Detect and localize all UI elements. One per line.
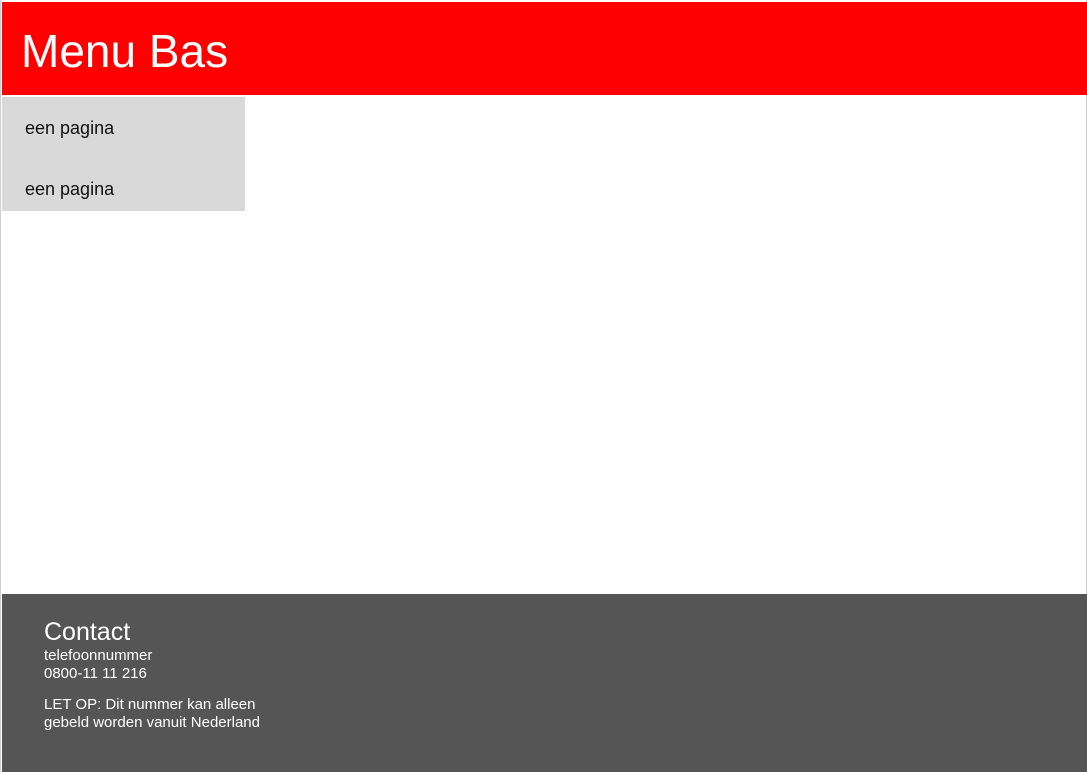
page-title: Menu Bas (21, 25, 229, 77)
contact-note: LET OP: Dit nummer kan alleen gebeld wor… (44, 696, 260, 731)
page-frame: Menu Bas een pagina een pagina Contact t… (0, 0, 1087, 772)
sidebar-menu: een pagina een pagina (2, 97, 245, 211)
contact-heading: Contact (44, 618, 131, 646)
sidebar-item-een-pagina-1[interactable]: een pagina (25, 117, 114, 139)
phone-number: 0800-11 11 216 (44, 665, 147, 682)
header-bar: Menu Bas (2, 2, 1087, 95)
phone-label: telefoonnummer (44, 647, 153, 664)
footer: Contact telefoonnummer 0800-11 11 216 LE… (2, 594, 1087, 772)
sidebar-item-een-pagina-2[interactable]: een pagina (25, 178, 114, 200)
